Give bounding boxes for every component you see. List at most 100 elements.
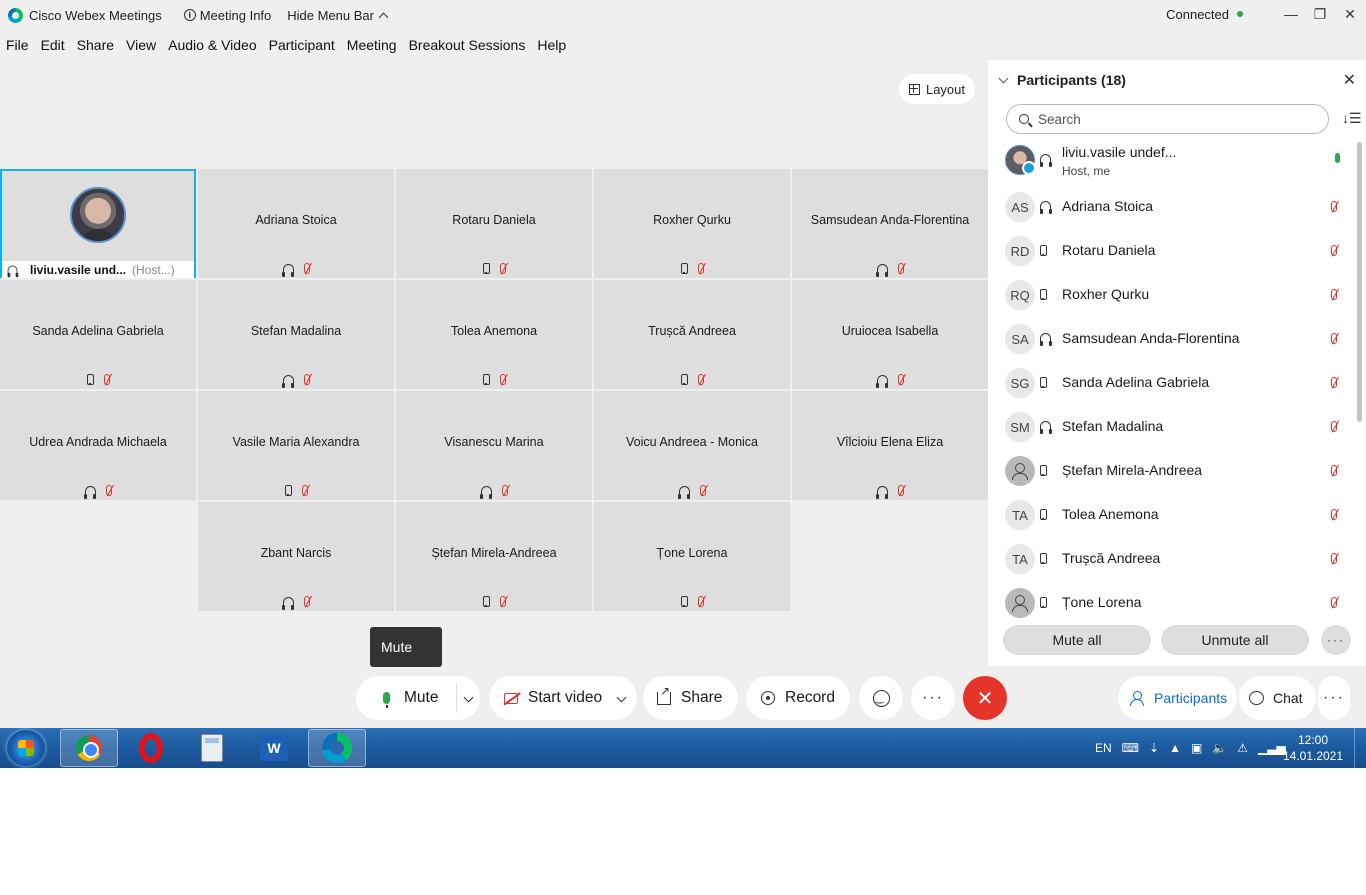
menu-help[interactable]: Help bbox=[531, 37, 572, 53]
video-tile[interactable]: Zbant Narcis bbox=[198, 502, 394, 611]
microphone-muted-icon[interactable] bbox=[1331, 201, 1337, 212]
participant-row[interactable]: Țone Lorena bbox=[988, 581, 1354, 625]
microphone-muted-icon[interactable] bbox=[1331, 421, 1337, 432]
participant-row[interactable]: RD Rotaru Daniela bbox=[988, 229, 1354, 273]
microphone-active-icon[interactable] bbox=[1335, 153, 1340, 163]
participant-row[interactable]: RQ Roxher Qurku bbox=[988, 273, 1354, 317]
device-icon[interactable]: ▣ bbox=[1191, 741, 1202, 755]
system-clock[interactable]: 12:00 14.01.2021 bbox=[1280, 732, 1346, 764]
reactions-button[interactable] bbox=[859, 676, 903, 720]
taskbar-webex[interactable] bbox=[308, 729, 366, 767]
minimize-button[interactable]: — bbox=[1275, 0, 1307, 28]
participant-row[interactable]: TA Trușcă Andreea bbox=[988, 537, 1354, 581]
volume-icon[interactable]: 🔈 bbox=[1212, 741, 1227, 755]
microphone-muted-icon[interactable] bbox=[1331, 465, 1337, 476]
microphone-muted-icon[interactable] bbox=[1331, 509, 1337, 520]
video-tile[interactable]: Adriana Stoica bbox=[198, 169, 394, 278]
video-tile[interactable]: Țone Lorena bbox=[594, 502, 790, 611]
headset-icon bbox=[876, 485, 888, 499]
taskbar-opera[interactable] bbox=[122, 729, 180, 767]
participants-panel-header[interactable]: Participants (18) bbox=[988, 60, 1366, 100]
share-button[interactable]: Share bbox=[643, 676, 738, 720]
microphone-muted-icon[interactable] bbox=[1331, 597, 1337, 608]
layout-button[interactable]: Layout bbox=[899, 74, 975, 104]
video-tile[interactable]: Voicu Andreea - Monica bbox=[594, 391, 790, 500]
participant-list-scrollbar[interactable] bbox=[1357, 142, 1362, 422]
start-button[interactable] bbox=[7, 730, 45, 766]
microphone-muted-icon[interactable] bbox=[1331, 289, 1337, 300]
close-window-button[interactable]: ✕ bbox=[1334, 0, 1366, 28]
participant-row[interactable]: TA Tolea Anemona bbox=[988, 493, 1354, 537]
show-hidden-icons-icon[interactable]: ▲ bbox=[1169, 741, 1181, 755]
video-tile-host[interactable]: liviu.vasile und... (Host...) bbox=[0, 169, 196, 278]
hide-menu-bar-button[interactable]: Hide Menu Bar bbox=[279, 0, 395, 30]
grid-layout-icon bbox=[908, 83, 920, 95]
video-tile[interactable]: Samsudean Anda-Florentina bbox=[792, 169, 988, 278]
video-tile-name: Visanescu Marina bbox=[444, 435, 544, 449]
menu-view[interactable]: View bbox=[120, 37, 162, 53]
participant-row[interactable]: SA Samsudean Anda-Florentina bbox=[988, 317, 1354, 361]
language-indicator[interactable]: EN bbox=[1095, 741, 1112, 755]
pen-icon[interactable]: ⇣ bbox=[1149, 741, 1159, 755]
microphone-muted-icon[interactable] bbox=[1331, 377, 1337, 388]
video-tile-status bbox=[0, 485, 196, 499]
video-tile[interactable]: Tolea Anemona bbox=[396, 280, 592, 389]
microphone-muted-icon[interactable] bbox=[1331, 333, 1337, 344]
microphone-muted-icon[interactable] bbox=[1331, 245, 1337, 256]
meeting-info-button[interactable]: i Meeting Info bbox=[176, 0, 280, 30]
participant-search-input[interactable]: Search bbox=[1006, 104, 1329, 134]
start-video-button[interactable]: Start video bbox=[489, 676, 637, 720]
chat-button[interactable]: Chat bbox=[1239, 676, 1316, 720]
menu-breakout-sessions[interactable]: Breakout Sessions bbox=[403, 37, 532, 53]
menu-share[interactable]: Share bbox=[71, 37, 120, 53]
unmute-all-button[interactable]: Unmute all bbox=[1161, 625, 1309, 655]
show-desktop-button[interactable] bbox=[1354, 728, 1366, 768]
participant-row[interactable]: SM Stefan Madalina bbox=[988, 405, 1354, 449]
video-tile[interactable]: Uruiocea Isabella bbox=[792, 280, 988, 389]
close-panel-button[interactable]: ✕ bbox=[1343, 70, 1356, 90]
menu-file[interactable]: File bbox=[0, 37, 35, 53]
video-tile[interactable]: Visanescu Marina bbox=[396, 391, 592, 500]
microphone-muted-icon bbox=[103, 374, 110, 385]
video-tile[interactable]: Trușcă Andreea bbox=[594, 280, 790, 389]
menu-meeting[interactable]: Meeting bbox=[341, 37, 403, 53]
panel-list-more-button[interactable]: ··· bbox=[1321, 625, 1351, 655]
video-tile[interactable]: Udrea Andrada Michaela bbox=[0, 391, 196, 500]
mute-all-button[interactable]: Mute all bbox=[1003, 625, 1151, 655]
taskbar-calculator[interactable] bbox=[183, 729, 241, 767]
restore-button[interactable]: ❐ bbox=[1304, 0, 1336, 28]
participant-row[interactable]: AS Adriana Stoica bbox=[988, 185, 1354, 229]
participants-panel-button[interactable]: Participants bbox=[1118, 676, 1237, 720]
video-tile[interactable]: Sanda Adelina Gabriela bbox=[0, 280, 196, 389]
sort-icon[interactable]: ↓☰ bbox=[1342, 110, 1362, 127]
video-options-chevron-icon[interactable] bbox=[616, 692, 627, 703]
menu-audio-video[interactable]: Audio & Video bbox=[162, 37, 262, 53]
keyboard-icon[interactable]: ⌨ bbox=[1122, 741, 1139, 755]
mute-options-chevron-icon[interactable] bbox=[463, 692, 474, 703]
video-tile-name: Roxher Qurku bbox=[653, 213, 731, 227]
participant-row[interactable]: Ștefan Mirela-Andreea bbox=[988, 449, 1354, 493]
video-tile[interactable]: Vîlcioiu Elena Eliza bbox=[792, 391, 988, 500]
video-tile-status bbox=[0, 374, 196, 385]
video-tile[interactable]: Rotaru Daniela bbox=[396, 169, 592, 278]
mute-button[interactable]: Mute bbox=[356, 676, 480, 720]
record-button[interactable]: Record bbox=[746, 676, 850, 720]
participant-row[interactable]: SG Sanda Adelina Gabriela bbox=[988, 361, 1354, 405]
more-options-button[interactable]: ··· bbox=[911, 676, 955, 720]
taskbar-chrome[interactable] bbox=[60, 729, 118, 767]
menu-edit[interactable]: Edit bbox=[35, 37, 71, 53]
panel-more-button[interactable]: ··· bbox=[1318, 676, 1350, 720]
participant-row[interactable]: liviu.vasile undef... Host, me bbox=[988, 138, 1354, 182]
taskbar-word[interactable]: W bbox=[245, 729, 303, 767]
video-tile[interactable]: Vasile Maria Alexandra bbox=[198, 391, 394, 500]
video-tile-name: Sanda Adelina Gabriela bbox=[32, 324, 164, 338]
video-tile[interactable]: Ștefan Mirela-Andreea bbox=[396, 502, 592, 611]
end-meeting-button[interactable]: ✕ bbox=[963, 676, 1007, 720]
menu-participant[interactable]: Participant bbox=[263, 37, 341, 53]
collapse-chevron-icon[interactable] bbox=[998, 73, 1009, 83]
network-warning-icon[interactable]: ⚠ bbox=[1237, 741, 1248, 755]
video-tile[interactable]: Roxher Qurku bbox=[594, 169, 790, 278]
microphone-muted-icon bbox=[697, 596, 704, 607]
video-tile[interactable]: Stefan Madalina bbox=[198, 280, 394, 389]
microphone-muted-icon[interactable] bbox=[1331, 553, 1337, 564]
